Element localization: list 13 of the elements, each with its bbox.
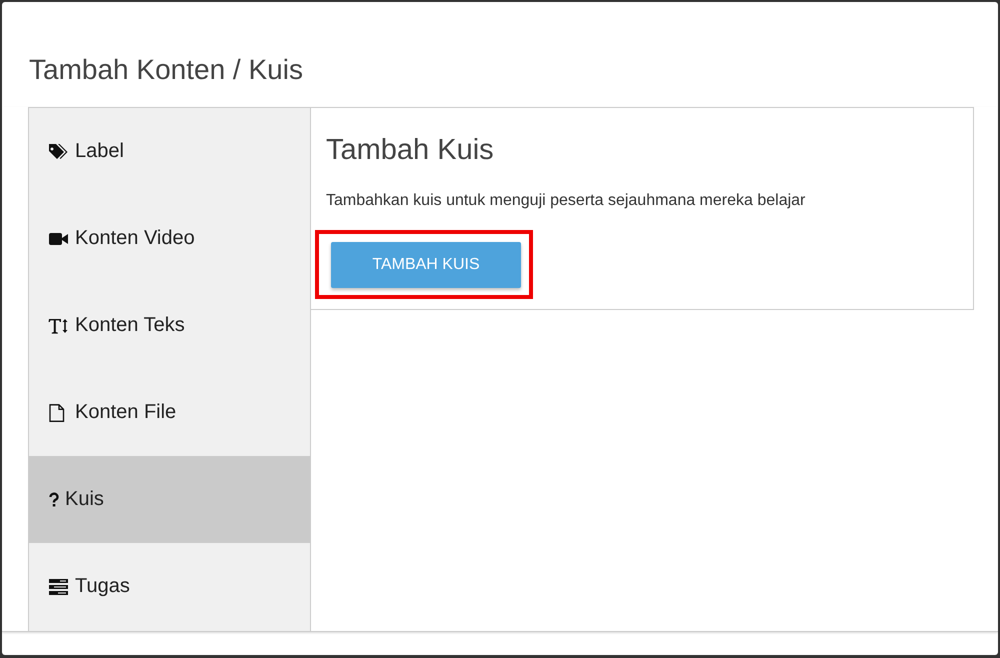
sidebar-item[interactable]: Konten File	[29, 369, 310, 456]
sidebar-item[interactable]: Label	[29, 108, 310, 195]
list-icon	[48, 578, 70, 596]
text-size-icon	[48, 316, 70, 334]
tag-icon	[48, 142, 70, 160]
panel-heading: Tambah Kuis	[326, 134, 495, 167]
sidebar-item[interactable]: Konten Teks	[29, 282, 310, 369]
sidebar-item[interactable]: Konten Video	[29, 195, 310, 282]
sidebar-item[interactable]: Kuis	[29, 456, 310, 543]
dialog-title: Tambah Konten / Kuis	[28, 53, 304, 87]
sidebar-item[interactable]: Tugas	[29, 543, 310, 630]
panel-description: Tambahkan kuis untuk menguji peserta sejauhmana mereka belajar	[326, 192, 806, 210]
question-icon	[48, 490, 60, 508]
